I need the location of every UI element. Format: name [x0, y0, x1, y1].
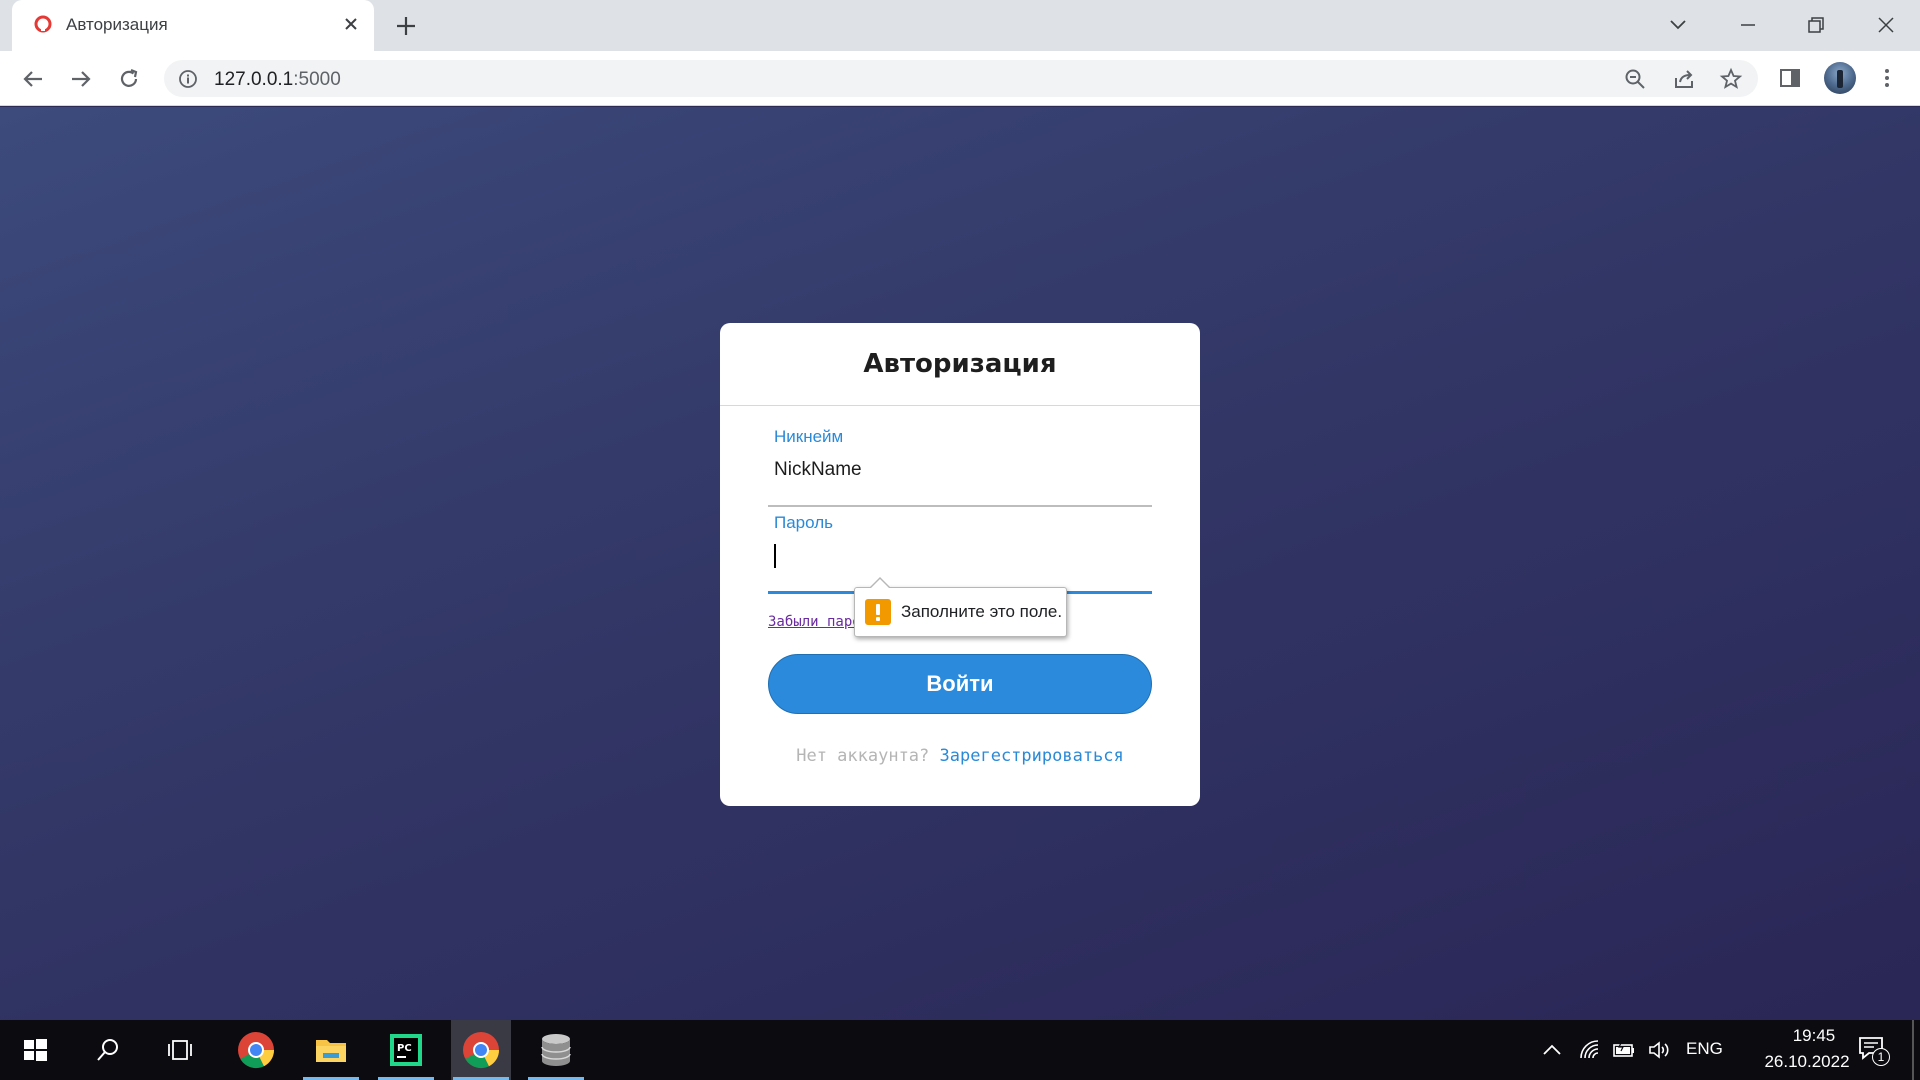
browser-tab-active[interactable]: Авторизация	[12, 0, 374, 51]
reload-icon[interactable]	[114, 64, 144, 94]
action-center-button[interactable]: 1	[1858, 1036, 1890, 1066]
database-icon	[541, 1034, 571, 1066]
text-caret	[774, 544, 776, 568]
input-language-indicator[interactable]: ENG	[1686, 1039, 1723, 1059]
minimize-icon[interactable]	[1733, 10, 1763, 40]
taskbar-search-button[interactable]	[78, 1020, 138, 1080]
network-wifi-icon[interactable]	[1578, 1038, 1602, 1062]
url-port: :5000	[293, 69, 341, 90]
new-tab-icon[interactable]	[392, 12, 420, 40]
close-tab-icon[interactable]	[340, 13, 362, 35]
nickname-input[interactable]: NickName	[774, 459, 862, 481]
login-title: Авторизация	[863, 349, 1057, 379]
taskbar-chrome-2-active[interactable]	[451, 1020, 511, 1080]
password-input[interactable]	[774, 545, 1152, 577]
browser-toolbar: 127.0.0.1:5000	[0, 51, 1920, 106]
file-explorer-icon	[316, 1040, 346, 1062]
battery-icon[interactable]	[1612, 1038, 1636, 1062]
search-icon	[97, 1039, 118, 1061]
tab-title: Авторизация	[66, 15, 168, 34]
show-desktop-button[interactable]	[1912, 1020, 1914, 1080]
chrome-icon	[463, 1032, 500, 1069]
side-panel-icon[interactable]	[1777, 65, 1803, 91]
pycharm-icon: PC	[390, 1034, 422, 1066]
tab-search-chevron-icon[interactable]	[1663, 10, 1693, 40]
chrome-icon	[238, 1032, 275, 1069]
site-info-icon[interactable]	[178, 69, 198, 89]
windows-start-icon	[24, 1039, 47, 1061]
login-card: Авторизация Никнейм NickName Пароль Забы…	[720, 323, 1200, 806]
signup-row: Нет аккаунта? Зарегестрироваться	[720, 746, 1200, 766]
zoom-out-icon[interactable]	[1623, 67, 1647, 91]
site-favicon-icon	[34, 15, 52, 33]
restore-icon[interactable]	[1801, 10, 1831, 40]
close-window-icon[interactable]	[1871, 10, 1901, 40]
url-host: 127.0.0.1	[214, 69, 294, 90]
task-view-icon	[168, 1040, 192, 1060]
task-view-button[interactable]	[150, 1020, 210, 1080]
clock-time[interactable]: 19:45	[1764, 1026, 1864, 1046]
validation-message: Заполните это поле.	[901, 602, 1063, 621]
menu-kebab-icon[interactable]	[1874, 65, 1900, 91]
start-button[interactable]	[5, 1020, 65, 1080]
nickname-label: Никнейм	[774, 427, 844, 446]
login-button[interactable]: Войти	[768, 654, 1152, 714]
clock-date[interactable]: 26.10.2022	[1742, 1052, 1872, 1072]
notification-count-badge: 1	[1872, 1048, 1890, 1066]
title-divider	[720, 405, 1200, 406]
taskbar-pycharm[interactable]: PC	[376, 1020, 436, 1080]
address-bar[interactable]: 127.0.0.1:5000	[164, 60, 1758, 97]
bookmark-star-icon[interactable]	[1719, 67, 1743, 91]
no-account-text: Нет аккаунта?	[796, 746, 930, 766]
nickname-underline	[768, 505, 1152, 507]
warning-icon	[865, 599, 891, 625]
validation-tooltip: Заполните это поле.	[854, 577, 1067, 637]
forgot-password-link[interactable]: Забыли пароль?	[768, 614, 868, 630]
windows-taskbar: PC ENG 19:45 26.10.2022 1	[0, 1020, 1920, 1080]
register-link[interactable]: Зарегестрироваться	[940, 746, 1124, 766]
page-background: Авторизация Никнейм NickName Пароль Забы…	[0, 107, 1920, 1020]
taskbar-chrome-1[interactable]	[226, 1020, 286, 1080]
password-label: Пароль	[774, 513, 833, 532]
forward-arrow-icon[interactable]	[66, 64, 96, 94]
taskbar-file-explorer[interactable]	[301, 1020, 361, 1080]
profile-avatar[interactable]	[1824, 62, 1856, 94]
tooltip-arrow	[869, 577, 891, 589]
volume-icon[interactable]	[1647, 1038, 1671, 1062]
browser-tab-strip: Авторизация	[0, 0, 1920, 51]
show-hidden-icons-chevron-icon[interactable]	[1540, 1038, 1564, 1062]
taskbar-database-app[interactable]	[526, 1020, 586, 1080]
back-arrow-icon[interactable]	[18, 64, 48, 94]
url-text[interactable]: 127.0.0.1:5000	[214, 69, 341, 91]
svg-text:PC: PC	[397, 1043, 412, 1054]
share-icon[interactable]	[1672, 67, 1696, 91]
